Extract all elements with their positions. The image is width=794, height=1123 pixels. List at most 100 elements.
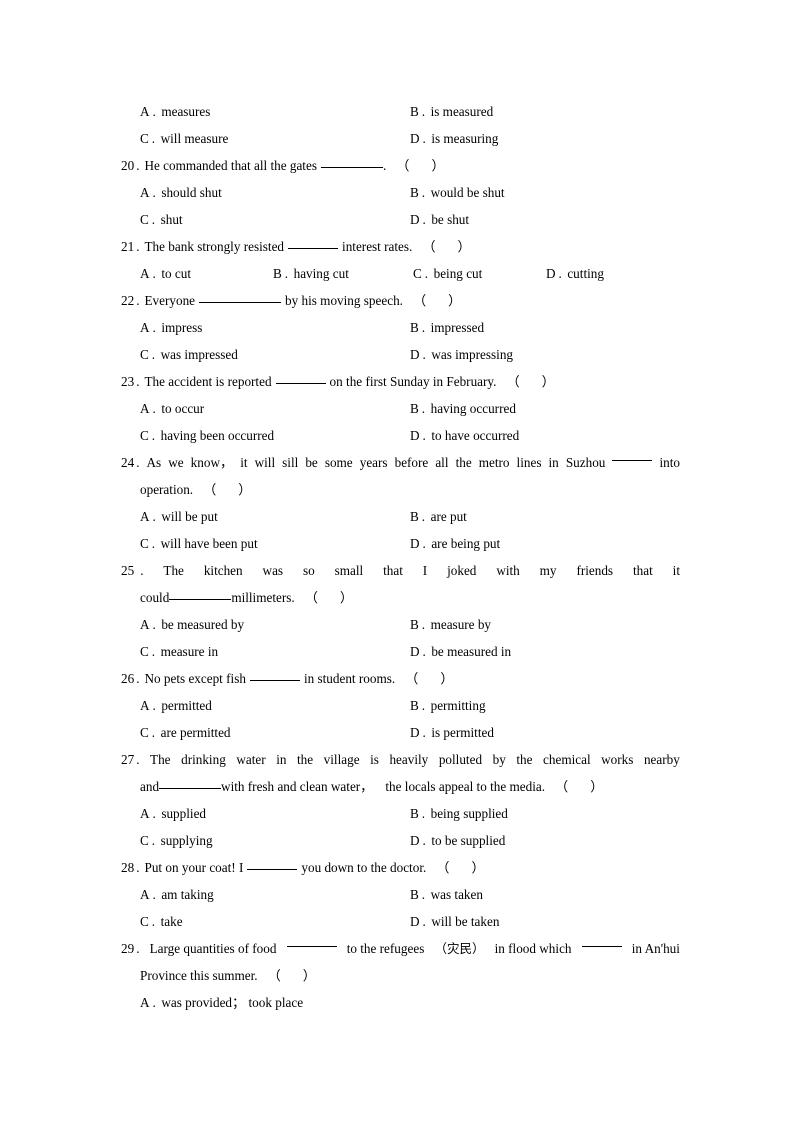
word: the <box>455 455 472 470</box>
option-row: Asupplied Bbeing supplied <box>121 800 680 827</box>
answer-parens[interactable]: （） <box>422 239 470 254</box>
answer-blank[interactable] <box>288 237 339 249</box>
question-text: Province this summer. <box>140 968 258 983</box>
option-c[interactable]: Cshut <box>140 206 410 233</box>
answer-blank[interactable] <box>159 777 222 789</box>
option-row: Chaving been occurred Dto have occurred <box>121 422 680 449</box>
answer-blank[interactable] <box>169 588 232 600</box>
option-text: is permitted <box>431 725 494 740</box>
option-c[interactable]: Csupplying <box>140 827 410 854</box>
word: the <box>297 752 314 767</box>
option-c[interactable]: Ctake <box>140 908 410 935</box>
option-text: to occur <box>161 401 205 416</box>
word: As <box>146 455 162 470</box>
option-a[interactable]: Asupplied <box>140 800 410 827</box>
answer-parens[interactable]: （） <box>405 671 453 686</box>
option-a[interactable]: Ashould shut <box>140 179 410 206</box>
option-b[interactable]: Bare put <box>410 503 680 530</box>
option-a[interactable]: Apermitted <box>140 692 410 719</box>
option-c[interactable]: Cbeing cut <box>413 260 546 287</box>
option-a[interactable]: Awill be put <box>140 503 410 530</box>
option-row: Cmeasure in Dbe measured in <box>121 638 680 665</box>
option-c[interactable]: Care permitted <box>140 719 410 746</box>
option-b[interactable]: Bis measured <box>410 98 680 125</box>
option-d[interactable]: Dare being put <box>410 530 680 557</box>
option-b[interactable]: Bmeasure by <box>410 611 680 638</box>
word: The <box>163 563 184 578</box>
option-d[interactable]: Dwill be taken <box>410 908 680 935</box>
option-marker: C <box>140 536 156 551</box>
option-b[interactable]: Bwas taken <box>410 881 680 908</box>
option-d[interactable]: Dis measuring <box>410 125 680 152</box>
word: metro <box>478 455 510 470</box>
option-d[interactable]: Dbe shut <box>410 206 680 233</box>
option-c[interactable]: Cwill have been put <box>140 530 410 557</box>
option-d[interactable]: Dis permitted <box>410 719 680 746</box>
option-text: should shut <box>161 185 222 200</box>
option-d[interactable]: Dbe measured in <box>410 638 680 665</box>
answer-blank[interactable] <box>320 156 383 168</box>
option-d[interactable]: Dwas impressing <box>410 341 680 368</box>
word: that <box>383 563 403 578</box>
word: I <box>422 563 428 578</box>
option-marker: A <box>140 509 156 524</box>
option-marker: A <box>140 320 156 335</box>
answer-parens[interactable]: （） <box>413 293 461 308</box>
option-text: are being put <box>431 536 501 551</box>
option-c[interactable]: Cwas impressed <box>140 341 410 368</box>
option-b[interactable]: Bwould be shut <box>410 179 680 206</box>
answer-blank[interactable] <box>286 935 337 947</box>
option-a[interactable]: Ato cut <box>140 260 273 287</box>
option-d[interactable]: Dcutting <box>546 260 679 287</box>
option-marker: B <box>410 698 426 713</box>
answer-parens[interactable]: （） <box>555 779 603 794</box>
option-b[interactable]: Bbeing supplied <box>410 800 680 827</box>
answer-parens[interactable]: （） <box>396 158 444 173</box>
option-a[interactable]: Abe measured by <box>140 611 410 638</box>
option-d[interactable]: Dto have occurred <box>410 422 680 449</box>
option-text: measure in <box>160 644 219 659</box>
answer-blank[interactable] <box>581 935 622 947</box>
option-a[interactable]: Aam taking <box>140 881 410 908</box>
word: small <box>334 563 364 578</box>
option-text: to be supplied <box>431 833 506 848</box>
option-b[interactable]: Bimpressed <box>410 314 680 341</box>
option-a[interactable]: Aimpress <box>140 314 410 341</box>
answer-blank[interactable] <box>199 291 282 303</box>
question-text: No pets except fish <box>144 671 246 686</box>
option-text: will measure <box>160 131 229 146</box>
answer-parens[interactable]: （） <box>506 374 554 389</box>
option-a[interactable]: Awas provided； took place <box>140 989 303 1016</box>
word: before <box>394 455 429 470</box>
option-b[interactable]: Bhaving occurred <box>410 395 680 422</box>
answer-blank[interactable] <box>275 372 326 384</box>
option-b[interactable]: Bhaving cut <box>273 260 413 287</box>
word: sill <box>282 455 299 470</box>
option-row: Csupplying Dto be supplied <box>121 827 680 854</box>
paren-open: （ <box>405 671 419 686</box>
option-c[interactable]: Chaving been occurred <box>140 422 410 449</box>
word: Suzhou <box>565 455 606 470</box>
answer-parens[interactable]: （） <box>203 482 251 497</box>
option-text: being cut <box>433 266 483 281</box>
option-d[interactable]: Dto be supplied <box>410 827 680 854</box>
question-number-group: 25 <box>121 557 143 584</box>
option-b[interactable]: Bpermitting <box>410 692 680 719</box>
answer-parens[interactable]: （） <box>268 968 316 983</box>
option-text: was provided； took place <box>161 995 304 1010</box>
answer-blank[interactable] <box>612 449 653 461</box>
option-marker: D <box>546 266 562 281</box>
option-c[interactable]: Cwill measure <box>140 125 410 152</box>
option-text: is measured <box>430 104 494 119</box>
option-a[interactable]: Ameasures <box>140 98 410 125</box>
option-a[interactable]: Ato occur <box>140 395 410 422</box>
option-c[interactable]: Cmeasure in <box>140 638 410 665</box>
answer-blank[interactable] <box>247 858 298 870</box>
paren-close: ） <box>457 239 471 254</box>
option-marker: A <box>140 806 156 821</box>
answer-blank[interactable] <box>249 669 300 681</box>
question-text-part2: to the refugees <box>346 941 425 956</box>
question-stem-21: 21 The bank strongly resisted interest rat… <box>121 233 680 260</box>
answer-parens[interactable]: （） <box>436 860 484 875</box>
answer-parens[interactable]: （） <box>305 590 353 605</box>
